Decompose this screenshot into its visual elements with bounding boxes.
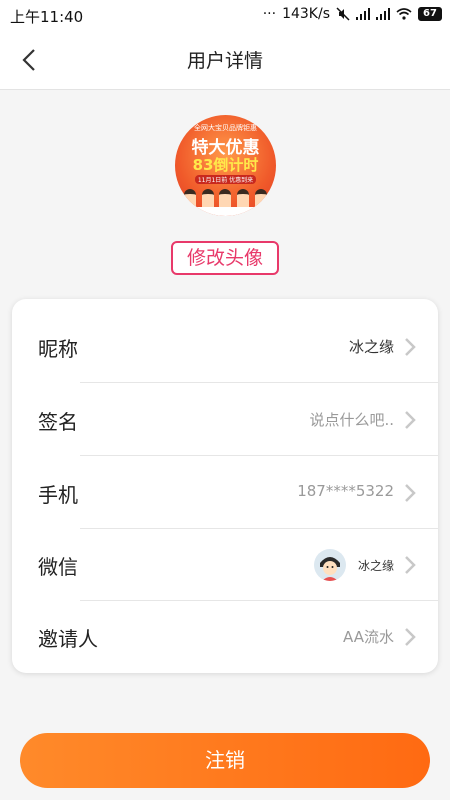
logout-button[interactable]: 注销 xyxy=(20,733,430,788)
row-wechat[interactable]: 微信 冰之缘 xyxy=(12,529,438,601)
status-time: 上午11:40 xyxy=(10,8,84,26)
status-bar: 上午11:40 ··· 143K/s 67 xyxy=(0,0,450,30)
avatar-line1: 全网大宝贝品牌钜惠 xyxy=(194,124,257,132)
network-speed: 143K/s xyxy=(282,6,330,22)
wifi-icon xyxy=(396,8,412,20)
row-inviter[interactable]: 邀请人 AA流水 xyxy=(12,601,438,673)
avatar-line4: 11月1日前 优惠到来 xyxy=(195,175,256,184)
chevron-right-icon xyxy=(405,411,416,429)
divider xyxy=(80,382,438,383)
divider xyxy=(80,455,438,456)
wechat-avatar xyxy=(313,549,346,581)
status-icons: ··· 143K/s 67 xyxy=(263,6,442,22)
phone-label: 手机 xyxy=(38,483,78,507)
chevron-right-icon xyxy=(405,628,416,646)
avatar-crowd-illustration xyxy=(181,185,270,209)
page-title: 用户详情 xyxy=(186,50,263,72)
nav-bar: 用户详情 xyxy=(0,30,450,90)
chevron-right-icon xyxy=(405,556,416,574)
dots-icon: ··· xyxy=(262,6,277,22)
inviter-label: 邀请人 xyxy=(38,627,98,651)
wechat-info: 冰之缘 xyxy=(313,549,394,581)
nickname-value: 冰之缘 xyxy=(348,338,394,356)
avatar-banner-strip xyxy=(185,207,266,216)
wechat-name: 冰之缘 xyxy=(357,558,394,573)
mute-icon xyxy=(336,7,350,21)
wechat-label: 微信 xyxy=(38,555,78,579)
profile-card: 昵称 冰之缘 签名 说点什么吧.. 手机 187****5322 微信 冰之缘 … xyxy=(12,299,438,673)
battery-icon: 67 xyxy=(418,7,442,21)
row-phone[interactable]: 手机 187****5322 xyxy=(12,457,438,529)
nickname-label: 昵称 xyxy=(38,337,78,361)
signature-label: 签名 xyxy=(38,410,78,434)
signal-icon-2 xyxy=(376,8,390,20)
signal-icon xyxy=(356,8,370,20)
avatar[interactable]: 全网大宝贝品牌钜惠 特大优惠 83倒计时 11月1日前 优惠到来 xyxy=(175,115,276,216)
change-avatar-button[interactable]: 修改头像 xyxy=(171,241,279,275)
chevron-right-icon xyxy=(405,484,416,502)
signature-value: 说点什么吧.. xyxy=(309,411,394,429)
row-nickname[interactable]: 昵称 冰之缘 xyxy=(12,311,438,383)
chevron-right-icon xyxy=(405,338,416,356)
row-signature[interactable]: 签名 说点什么吧.. xyxy=(12,384,438,456)
inviter-value: AA流水 xyxy=(343,628,394,646)
avatar-line3: 83倒计时 xyxy=(192,156,259,174)
phone-value: 187****5322 xyxy=(297,482,394,500)
